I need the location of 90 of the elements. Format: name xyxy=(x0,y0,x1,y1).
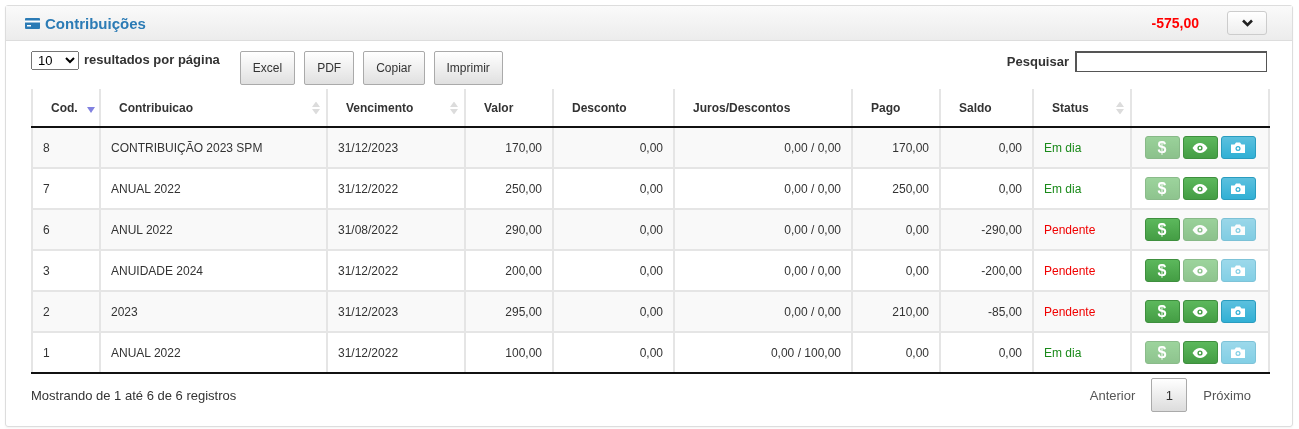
export-button[interactable]: PDF xyxy=(304,51,355,85)
eye-icon xyxy=(1192,306,1208,317)
table-cell: 31/12/2022 xyxy=(338,345,399,360)
table-cell: 0,00 xyxy=(639,345,663,360)
export-button[interactable]: Imprimir xyxy=(433,51,503,85)
eye-icon xyxy=(1192,224,1208,235)
table-cell: 8 xyxy=(43,140,50,155)
table-cell: -290,00 xyxy=(981,222,1022,237)
camera-icon xyxy=(1231,142,1245,153)
eye-icon xyxy=(1192,183,1208,194)
next-link[interactable]: Próximo xyxy=(1187,387,1267,403)
camera-button[interactable] xyxy=(1220,177,1256,200)
table-cell: 0,00 / 0,00 xyxy=(784,304,841,319)
status-text: Pendente xyxy=(1044,222,1096,237)
table-cell: 0,00 / 0,00 xyxy=(784,263,841,278)
export-button[interactable]: Excel xyxy=(239,51,296,85)
export-button[interactable]: Copiar xyxy=(363,51,425,85)
table-cell: 0,00 xyxy=(905,263,929,278)
camera-button[interactable] xyxy=(1220,136,1256,159)
table-cell: 2023 xyxy=(111,304,138,319)
table-cell: 290,00 xyxy=(505,222,542,237)
camera-icon xyxy=(1231,306,1245,317)
camera-icon xyxy=(1231,224,1245,235)
eye-icon xyxy=(1192,347,1208,358)
table-cell: 0,00 xyxy=(998,345,1022,360)
table-cell: CONTRIBUIÇÃO 2023 SPM xyxy=(111,140,263,155)
table-cell: 0,00 xyxy=(639,181,663,196)
total-amount: -575,00 xyxy=(1151,15,1199,31)
view-button[interactable] xyxy=(1182,136,1218,159)
page-button[interactable]: 1 xyxy=(1151,378,1188,412)
camera-button[interactable] xyxy=(1220,300,1256,323)
table-cell: 0,00 xyxy=(998,140,1022,155)
status-text: Em dia xyxy=(1044,181,1082,196)
table-cell: 31/12/2022 xyxy=(338,263,399,278)
camera-icon xyxy=(1231,183,1245,194)
view-button[interactable] xyxy=(1182,300,1218,323)
camera-icon xyxy=(1231,265,1245,276)
search-field[interactable] xyxy=(1075,51,1267,72)
table-cell: 0,00 xyxy=(639,304,663,319)
chevron-down-icon xyxy=(1241,19,1253,27)
table-cell: 6 xyxy=(43,222,50,237)
table-cell: 210,00 xyxy=(892,304,929,319)
table-cell: 31/12/2022 xyxy=(338,181,399,196)
table-cell: -85,00 xyxy=(987,304,1022,319)
table-cell: 170,00 xyxy=(505,140,542,155)
table-cell: 0,00 / 0,00 xyxy=(784,140,841,155)
status-text: Em dia xyxy=(1044,140,1082,155)
view-button[interactable] xyxy=(1182,177,1218,200)
table-cell: 0,00 / 0,00 xyxy=(784,222,841,237)
table-cell: ANUL 2022 xyxy=(111,222,173,237)
eye-icon xyxy=(1192,142,1208,153)
table-cell: 250,00 xyxy=(892,181,929,196)
table-cell: 3 xyxy=(43,263,50,278)
table-cell: 0,00 xyxy=(905,345,929,360)
table-cell: 0,00 / 0,00 xyxy=(784,181,841,196)
eye-icon xyxy=(1192,265,1208,276)
camera-icon xyxy=(1231,347,1245,358)
table-cell: 250,00 xyxy=(505,181,542,196)
table-cell: 2 xyxy=(43,304,50,319)
table-cell: ANUAL 2022 xyxy=(111,345,181,360)
table-cell: 1 xyxy=(43,345,50,360)
page-size-label: resultados por página xyxy=(84,52,220,67)
table-cell: 31/12/2023 xyxy=(338,140,399,155)
card-icon xyxy=(25,17,40,29)
table-cell: 0,00 xyxy=(998,181,1022,196)
panel-title: Contribuições xyxy=(45,14,146,32)
table-cell: 170,00 xyxy=(892,140,929,155)
table-cell: 7 xyxy=(43,181,50,196)
collapse-button[interactable] xyxy=(1227,11,1267,35)
view-button[interactable] xyxy=(1182,341,1218,364)
table-cell: 0,00 xyxy=(639,263,663,278)
search-label: Pesquisar xyxy=(1006,54,1069,69)
status-text: Pendente xyxy=(1044,263,1096,278)
status-text: Em dia xyxy=(1044,345,1082,360)
table-info: Mostrando de 1 até 6 de 6 registros xyxy=(31,387,237,403)
table-cell: -200,00 xyxy=(981,263,1022,278)
table-cell: 100,00 xyxy=(505,345,542,360)
page-size-select[interactable]: 10 xyxy=(31,51,79,70)
status-text: Pendente xyxy=(1044,304,1096,319)
table-cell: 31/12/2023 xyxy=(338,304,399,319)
previous-link[interactable]: Anterior xyxy=(1073,387,1152,403)
table-cell: 200,00 xyxy=(505,263,542,278)
table-cell: ANUAL 2022 xyxy=(111,181,181,196)
table-cell: 0,00 xyxy=(639,222,663,237)
table-cell: ANUIDADE 2024 xyxy=(111,263,204,278)
table-cell: 0,00 / 100,00 xyxy=(770,345,841,360)
table-cell: 0,00 xyxy=(639,140,663,155)
table-cell: 295,00 xyxy=(505,304,542,319)
table-cell: 0,00 xyxy=(905,222,929,237)
table-cell: 31/08/2022 xyxy=(338,222,399,237)
